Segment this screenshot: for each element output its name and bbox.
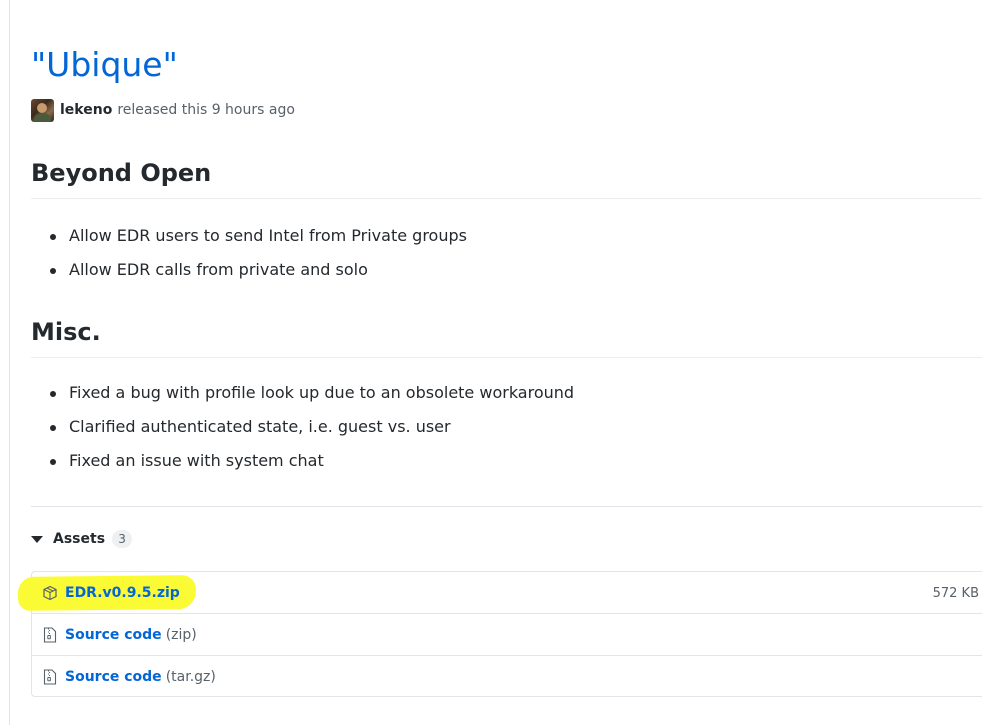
- assets-count-badge: 3: [112, 530, 133, 548]
- file-zip-icon: [43, 626, 57, 643]
- asset-size: 572 KB: [932, 585, 979, 601]
- list-item: Fixed a bug with profile look up due to …: [31, 376, 574, 410]
- section-divider: [31, 198, 982, 199]
- misc-list: Fixed a bug with profile look up due to …: [31, 376, 574, 478]
- author-avatar[interactable]: [31, 98, 54, 122]
- assets-label: Assets: [53, 531, 106, 547]
- section-divider: [31, 357, 982, 358]
- asset-format: (zip): [165, 626, 197, 643]
- section-heading-misc: Misc.: [31, 318, 101, 346]
- assets-list: EDR.v0.9.5.zip 572 KB Source code (zip): [17, 571, 982, 697]
- asset-row[interactable]: Source code (tar.gz): [32, 655, 982, 697]
- section-heading-beyond-open: Beyond Open: [31, 159, 212, 187]
- caret-down-icon: [31, 535, 43, 543]
- release-time: released this 9 hours ago: [117, 102, 295, 118]
- assets-divider: [31, 506, 982, 507]
- list-item: Fixed an issue with system chat: [31, 444, 574, 478]
- asset-row[interactable]: EDR.v0.9.5.zip 572 KB: [17, 572, 982, 614]
- list-item: Allow EDR users to send Intel from Priva…: [31, 219, 467, 253]
- beyond-open-list: Allow EDR users to send Intel from Priva…: [31, 219, 467, 287]
- asset-row[interactable]: Source code (zip): [32, 613, 982, 655]
- list-item: Allow EDR calls from private and solo: [31, 253, 467, 287]
- asset-link[interactable]: EDR.v0.9.5.zip: [65, 585, 180, 601]
- timeline-rule: [9, 0, 10, 725]
- assets-toggle[interactable]: Assets 3: [31, 528, 133, 550]
- release-title[interactable]: "Ubique": [31, 42, 178, 88]
- asset-format: (tar.gz): [165, 668, 216, 685]
- file-zip-icon: [43, 668, 57, 685]
- source-code-zip-link[interactable]: Source code: [65, 627, 162, 643]
- release-meta: lekeno released this 9 hours ago: [31, 98, 295, 122]
- package-icon: [43, 585, 57, 601]
- source-code-targz-link[interactable]: Source code: [65, 669, 162, 685]
- list-item: Clarified authenticated state, i.e. gues…: [31, 410, 574, 444]
- author-link[interactable]: lekeno: [60, 102, 112, 118]
- release-page: "Ubique" lekeno released this 9 hours ag…: [0, 0, 982, 725]
